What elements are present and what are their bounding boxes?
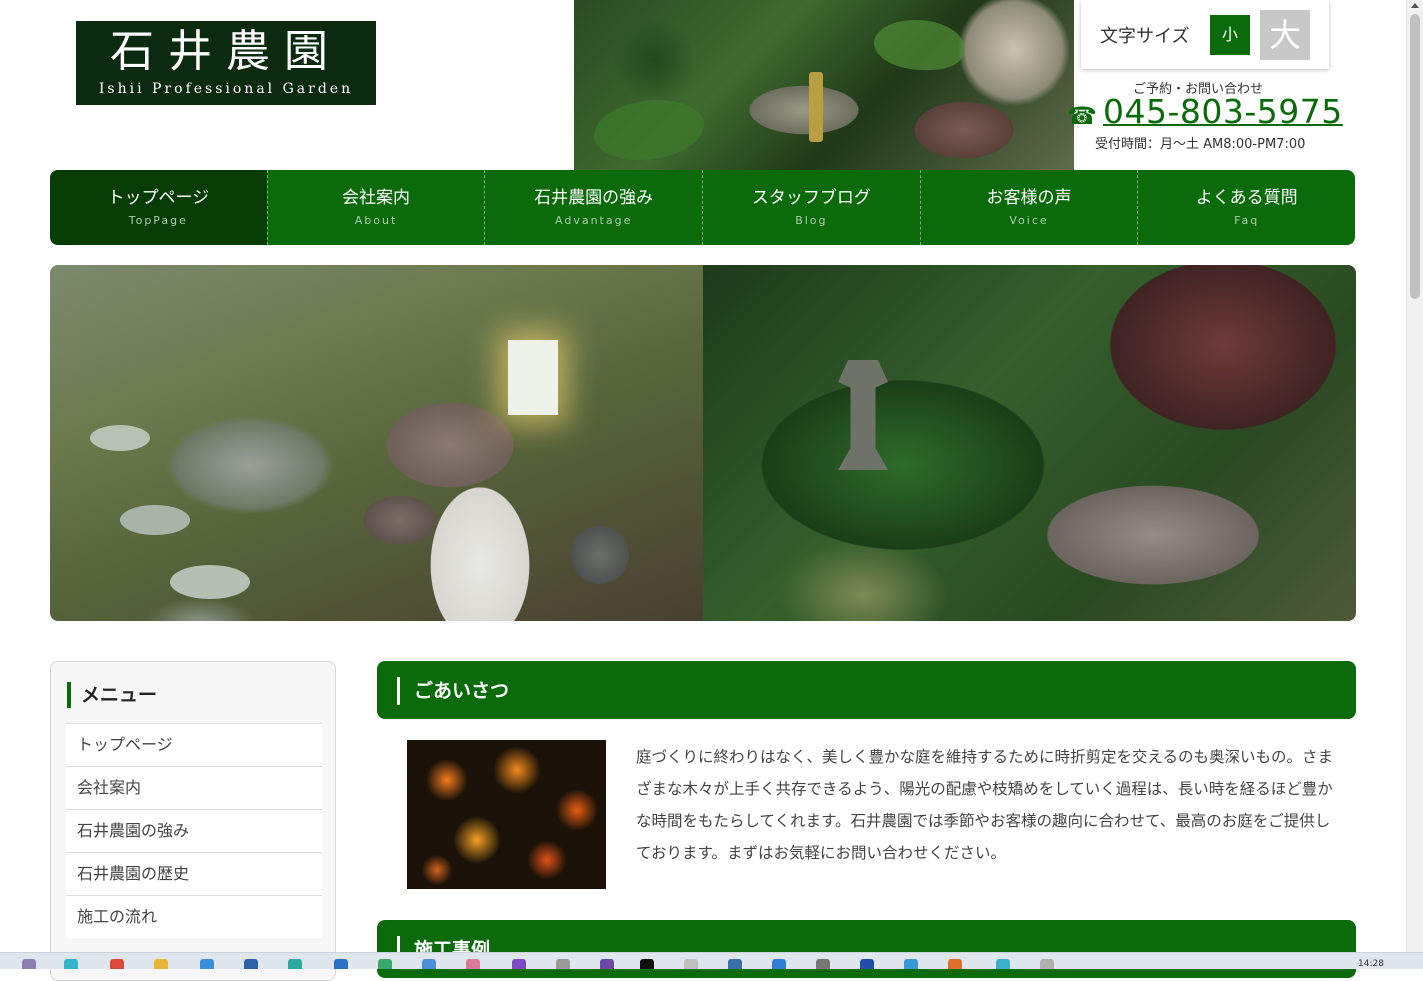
font-size-label: 文字サイズ [1100, 26, 1190, 47]
nav-label: お客様の声 [986, 188, 1072, 208]
hero-photo-green-garden [703, 265, 1356, 621]
works-heading: 施工事例 [377, 920, 1356, 978]
photo-foliage [594, 100, 704, 160]
business-hours: 受付時間：月〜土 AM8:00-PM7:00 [1095, 137, 1306, 152]
font-size-switcher: 文字サイズ 小 大 [1081, 0, 1329, 69]
photo-bamboo-spout [809, 72, 823, 142]
photo-stepping-stone [90, 425, 150, 451]
nav-sublabel: Blog [795, 214, 828, 227]
nav-item-about[interactable]: 会社案内 About [266, 170, 485, 245]
nav-label: よくある質問 [1195, 188, 1298, 208]
hero-photo-stone-garden [50, 265, 703, 621]
nav-item-advantage[interactable]: 石井農園の強み Advantage [484, 170, 702, 245]
sidebar-item-advantage[interactable]: 石井農園の強み [66, 809, 322, 852]
photo-garden-light [508, 340, 558, 415]
site-logo[interactable]: 石井農園 Ishii Professional Garden [76, 21, 376, 105]
nav-sublabel: About [354, 214, 398, 227]
nav-label: 石井農園の強み [534, 188, 654, 208]
nav-label: スタッフブログ [751, 188, 871, 208]
nav-item-top[interactable]: トップページ TopPage [50, 170, 267, 245]
font-size-small-button[interactable]: 小 [1210, 15, 1250, 55]
greeting-heading: ごあいさつ [377, 661, 1356, 719]
phone-icon: ☎ [1067, 102, 1097, 130]
sidebar-title: メニュー [67, 682, 157, 708]
page-scrollbar[interactable] [1406, 0, 1423, 952]
nav-item-blog[interactable]: スタッフブログ Blog [702, 170, 920, 245]
nav-item-voice[interactable]: お客様の声 Voice [919, 170, 1138, 245]
sidebar-item-history[interactable]: 石井農園の歴史 [66, 852, 322, 895]
photo-stepping-stone [120, 505, 190, 535]
nav-sublabel: TopPage [128, 214, 188, 227]
photo-stone-lantern [838, 360, 888, 470]
phone-number-link[interactable]: 045-803-5975 [1103, 92, 1343, 131]
logo-subtitle: Ishii Professional Garden [98, 81, 354, 97]
greeting-text: 庭づくりに終わりはなく、美しく豊かな庭を維持するために時折剪定を交えるのも奥深い… [636, 748, 1334, 862]
nav-label: トップページ [107, 188, 210, 208]
photo-stepping-stone [170, 565, 250, 599]
main-nav: トップページ TopPage 会社案内 About 石井農園の強み Advant… [50, 170, 1355, 245]
photo-foliage [874, 20, 964, 70]
header-garden-photo [574, 0, 1074, 170]
hero-banner [50, 265, 1356, 621]
autumn-maple-photo [407, 740, 606, 889]
sidebar-menu: メニュー トップページ 会社案内 石井農園の強み 石井農園の歴史 施工の流れ [50, 661, 336, 981]
sidebar-item-flow[interactable]: 施工の流れ [66, 895, 322, 938]
nav-sublabel: Faq [1234, 214, 1260, 227]
greeting-title: ごあいさつ [397, 677, 509, 705]
nav-sublabel: Advantage [555, 214, 633, 227]
sidebar-item-top[interactable]: トップページ [66, 723, 322, 766]
os-taskbar: 14:28 [0, 952, 1423, 969]
nav-item-faq[interactable]: よくある質問 Faq [1137, 170, 1355, 245]
scroll-thumb[interactable] [1410, 14, 1420, 299]
nav-sublabel: Voice [1009, 214, 1049, 227]
sidebar-item-about[interactable]: 会社案内 [66, 766, 322, 809]
font-size-large-button[interactable]: 大 [1260, 10, 1310, 60]
nav-label: 会社案内 [342, 188, 410, 208]
sidebar-list: トップページ 会社案内 石井農園の強み 石井農園の歴史 施工の流れ [66, 723, 322, 938]
scroll-up-arrow-icon[interactable] [1411, 3, 1419, 8]
logo-title: 石井農園 [110, 26, 342, 77]
